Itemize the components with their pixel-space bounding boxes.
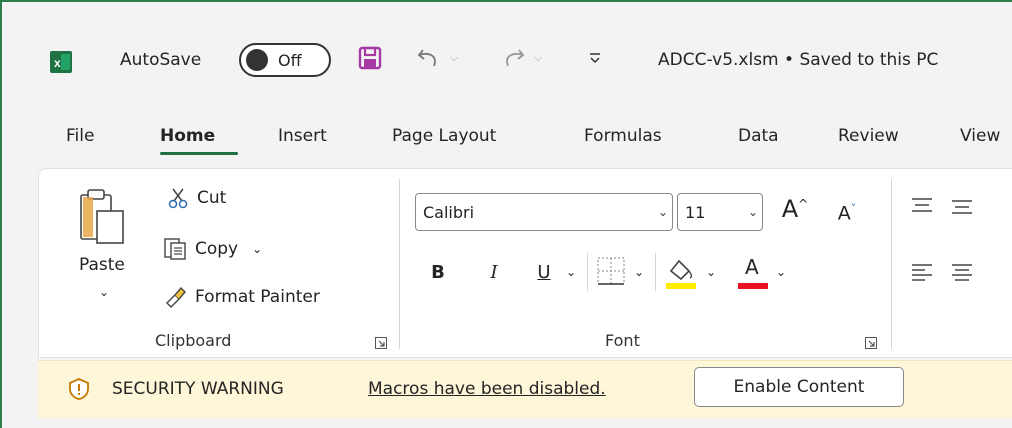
save-button[interactable] bbox=[358, 40, 382, 76]
security-warning-title: SECURITY WARNING bbox=[112, 379, 284, 399]
fill-color-icon[interactable] bbox=[663, 251, 699, 291]
font-group-label: Font bbox=[605, 331, 640, 350]
enable-content-button[interactable]: Enable Content bbox=[694, 367, 904, 407]
security-warning-bar: SECURITY WARNING Macros have been disabl… bbox=[38, 360, 1012, 418]
font-dialog-launcher-icon[interactable] bbox=[865, 337, 877, 349]
copy-dropdown-icon[interactable]: ⌄ bbox=[252, 242, 262, 256]
font-size-dropdown-icon[interactable]: ⌄ bbox=[744, 205, 762, 219]
macros-disabled-link[interactable]: Macros have been disabled. bbox=[368, 379, 606, 399]
save-icon bbox=[358, 46, 382, 70]
clipboard-group-label: Clipboard bbox=[155, 331, 232, 350]
redo-icon bbox=[506, 49, 525, 67]
active-tab-indicator bbox=[160, 152, 238, 155]
font-color-swatch bbox=[738, 283, 768, 289]
font-name-value: Calibri bbox=[423, 202, 475, 222]
undo-dropdown-icon[interactable]: ⌵ bbox=[450, 51, 458, 65]
title-bar: x AutoSave Off ⌵ ⌵ ADCC-v5.xlsm • Saved … bbox=[2, 2, 1012, 112]
autosave-label: AutoSave bbox=[120, 50, 202, 70]
autosave-toggle[interactable]: Off bbox=[239, 43, 331, 77]
paste-dropdown-icon[interactable]: ⌄ bbox=[99, 285, 109, 299]
font-color-dropdown-icon[interactable]: ⌄ bbox=[773, 257, 789, 287]
paste-icon bbox=[80, 189, 124, 244]
tab-insert[interactable]: Insert bbox=[278, 126, 327, 146]
paste-button[interactable] bbox=[79, 187, 125, 249]
copy-button[interactable]: Copy ⌄ bbox=[163, 237, 262, 261]
middle-align-icon[interactable] bbox=[951, 199, 973, 217]
cut-button[interactable]: Cut bbox=[167, 187, 226, 209]
copy-label: Copy bbox=[195, 239, 239, 259]
paste-label: Paste bbox=[79, 255, 125, 275]
font-name-dropdown-icon[interactable]: ⌄ bbox=[654, 205, 672, 219]
bold-button[interactable]: B bbox=[423, 255, 453, 289]
clipboard-dialog-launcher-icon[interactable] bbox=[375, 337, 387, 349]
tab-data[interactable]: Data bbox=[738, 126, 779, 146]
format-painter-icon bbox=[166, 286, 186, 308]
redo-button[interactable]: ⌵ bbox=[500, 40, 542, 76]
undo-icon bbox=[417, 49, 436, 67]
fill-color-dropdown-icon[interactable]: ⌄ bbox=[703, 257, 719, 287]
document-title: ADCC-v5.xlsm • Saved to this PC bbox=[658, 50, 939, 70]
tab-home[interactable]: Home bbox=[160, 126, 215, 146]
toggle-knob bbox=[246, 49, 268, 71]
borders-icon[interactable] bbox=[595, 255, 627, 287]
shield-warning-icon bbox=[69, 378, 89, 400]
decrease-font-size-icon: A˅ bbox=[837, 201, 857, 225]
format-painter-label: Format Painter bbox=[195, 287, 320, 307]
font-separator bbox=[587, 253, 588, 291]
underline-button[interactable]: U bbox=[529, 255, 559, 289]
decrease-font-size-button[interactable]: A˅ bbox=[829, 195, 865, 231]
borders-dropdown-icon[interactable]: ⌄ bbox=[631, 257, 647, 287]
group-separator bbox=[891, 179, 892, 349]
excel-logo-icon: x bbox=[50, 51, 72, 73]
align-left-icon[interactable] bbox=[911, 263, 933, 283]
center-align-icon[interactable] bbox=[951, 263, 973, 283]
ribbon-tabs: File Home Insert Page Layout Formulas Da… bbox=[2, 120, 1012, 160]
group-separator bbox=[399, 179, 400, 349]
top-align-icon[interactable] bbox=[911, 197, 933, 215]
customize-quick-access-button[interactable] bbox=[588, 40, 602, 76]
excel-window: x AutoSave Off ⌵ ⌵ ADCC-v5.xlsm • Saved … bbox=[0, 0, 1012, 428]
tab-page-layout[interactable]: Page Layout bbox=[392, 126, 496, 146]
font-size-select[interactable]: 11 ⌄ bbox=[677, 193, 763, 231]
increase-font-size-button[interactable]: A^ bbox=[777, 191, 813, 227]
redo-dropdown-icon[interactable]: ⌵ bbox=[534, 51, 542, 65]
font-name-select[interactable]: Calibri ⌄ bbox=[415, 193, 673, 231]
copy-icon bbox=[164, 238, 186, 260]
tab-file[interactable]: File bbox=[66, 126, 94, 146]
italic-button[interactable]: I bbox=[479, 255, 509, 289]
cut-label: Cut bbox=[197, 188, 227, 208]
font-color-icon: A bbox=[745, 255, 759, 279]
ribbon-panel: Paste ⌄ Cut Copy ⌄ Format Painter Clipbo… bbox=[38, 168, 1012, 358]
autosave-state: Off bbox=[278, 50, 302, 70]
scissors-icon bbox=[168, 188, 188, 209]
format-painter-button[interactable]: Format Painter bbox=[163, 285, 320, 309]
tab-view[interactable]: View bbox=[960, 126, 1000, 146]
increase-font-size-icon: A^ bbox=[781, 195, 809, 223]
tab-review[interactable]: Review bbox=[838, 126, 899, 146]
tab-formulas[interactable]: Formulas bbox=[584, 126, 662, 146]
svg-text:x: x bbox=[54, 56, 61, 70]
font-size-value: 11 bbox=[685, 202, 706, 222]
underline-dropdown-icon[interactable]: ⌄ bbox=[563, 257, 579, 287]
font-color-button[interactable]: A bbox=[735, 253, 771, 293]
undo-button[interactable]: ⌵ bbox=[416, 40, 458, 76]
customize-toolbar-icon bbox=[590, 53, 600, 64]
font-separator bbox=[655, 253, 656, 291]
